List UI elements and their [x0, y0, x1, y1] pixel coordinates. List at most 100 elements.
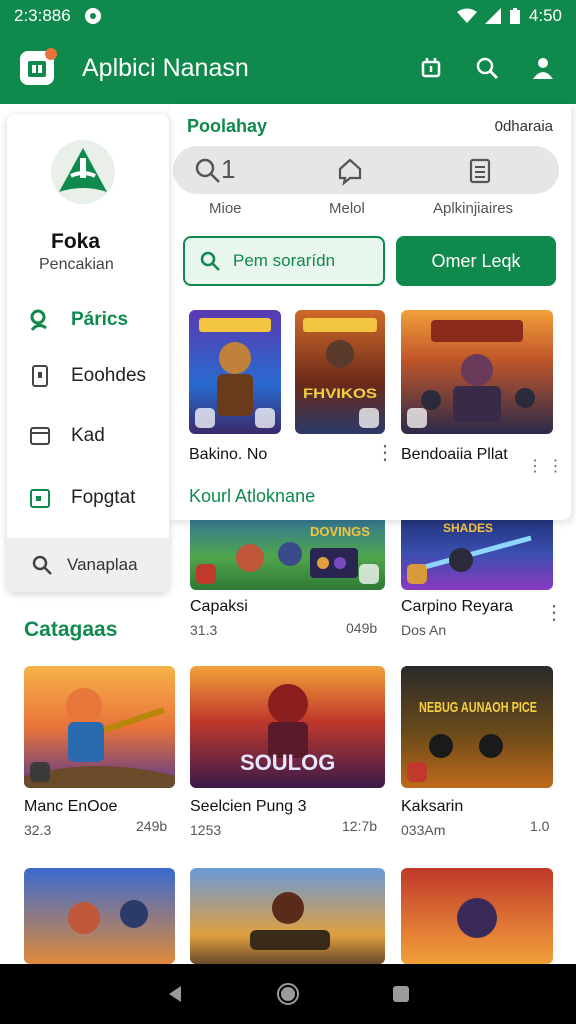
game-title[interactable]: Manc EnOoe: [24, 798, 117, 816]
status-bar: 2:3:886 4:50: [0, 0, 576, 32]
wifi-icon: [456, 8, 477, 23]
notification-icon: [84, 8, 101, 24]
home-icon[interactable]: [275, 981, 301, 1007]
game-title[interactable]: Seelcien Pung 3: [190, 798, 307, 816]
drawer-item-label: Kad: [71, 425, 105, 446]
game-thumb-bendoaiia[interactable]: [401, 310, 553, 434]
game-size: 12:7b: [342, 818, 378, 834]
genre-badge-icon: [407, 408, 427, 428]
game-size: 1.0: [530, 818, 550, 834]
profile-subtitle: Pencakian: [39, 256, 114, 273]
panel-link[interactable]: 0dharaia: [495, 118, 553, 135]
main-content: DOVINGS SHADES Capaksi 31.3 049b Carpino…: [0, 104, 576, 964]
battery-icon: [509, 8, 520, 24]
search-button-label: Pem sorarídn: [233, 251, 336, 270]
tab-label[interactable]: Melol: [329, 200, 365, 217]
app-title: Aplbici Nanasn: [82, 53, 249, 82]
game-title[interactable]: Capaksi: [190, 598, 248, 616]
game-thumb-kaksarin[interactable]: NEBUG AUNAOH PICE: [401, 666, 553, 788]
game-size: 049b: [346, 620, 378, 636]
game-art-title: DOVINGS: [310, 524, 370, 539]
game-thumb-carpino[interactable]: SHADES: [401, 508, 553, 590]
game-title[interactable]: Carpino Reyara: [401, 598, 513, 616]
card-icon: [27, 423, 53, 449]
segment-control: 1: [173, 146, 559, 194]
game-size: 249b: [136, 818, 168, 834]
drawer-item-label: Fopgtat: [71, 487, 136, 508]
game-art-title: FHVIKOS: [303, 385, 377, 401]
favorite-badge-icon[interactable]: [359, 564, 379, 584]
categories-title: Catagaas: [24, 618, 118, 641]
favorite-badge-icon[interactable]: [255, 408, 275, 428]
phone-icon: [27, 363, 53, 389]
drawer-item-eoohdes[interactable]: Eoohdes: [27, 356, 167, 396]
recents-icon[interactable]: [390, 983, 412, 1005]
calendar-icon: [27, 485, 53, 511]
more-link-label: Kourl Atloknane: [189, 486, 316, 506]
search-icon[interactable]: [474, 55, 500, 81]
app-logo-icon[interactable]: [20, 48, 57, 85]
game-rating: 32.3: [24, 822, 52, 838]
genre-badge-icon: [195, 408, 215, 428]
game-thumb-manc[interactable]: [24, 666, 175, 788]
game-thumb-capaksi[interactable]: DOVINGS: [190, 508, 385, 590]
more-options-icon[interactable]: ⋮ ⋮: [527, 456, 563, 476]
search-icon[interactable]: [193, 156, 223, 186]
drawer-search-label: Vanaplaa: [67, 555, 138, 574]
game-thumb-seelcien[interactable]: SOULOG: [190, 666, 385, 788]
avatar[interactable]: [51, 140, 115, 204]
tab-label[interactable]: Mioe: [209, 200, 242, 217]
more-options-icon[interactable]: ⋮: [375, 443, 395, 474]
search-icon: [200, 251, 220, 271]
panel-title: Poolahay: [187, 116, 268, 136]
genre-badge-icon: [407, 762, 427, 782]
search-icon: [32, 555, 52, 575]
list-icon[interactable]: [465, 156, 495, 186]
game-title[interactable]: Bakino. No: [189, 446, 267, 464]
popular-panel: Poolahay 0dharaia 1 Mioe Melol Aplkinjia…: [169, 104, 571, 520]
battery-level: 4:50: [528, 6, 562, 25]
navigation-drawer: Foka Pencakian Párics Eoohdes Kad Fopgta…: [7, 114, 169, 592]
game-rating: 31.3: [190, 622, 218, 638]
search-icon: [27, 307, 53, 333]
game-thumb-fhvikos[interactable]: FHVIKOS: [295, 310, 385, 434]
game-thumb[interactable]: [401, 868, 553, 964]
primary-button-label: Omer Leqk: [431, 250, 521, 271]
status-time: 2:3:886: [14, 6, 71, 25]
search-count: 1: [221, 154, 236, 184]
chat-icon[interactable]: [335, 156, 365, 186]
game-rating: Dos An: [401, 622, 447, 638]
drawer-item-kad[interactable]: Kad: [27, 416, 167, 456]
genre-badge-icon: [196, 564, 216, 584]
drawer-item-label: Párics: [71, 309, 129, 330]
account-icon[interactable]: [530, 55, 556, 81]
game-thumb[interactable]: [190, 868, 385, 964]
game-art-title: SOULOG: [240, 750, 335, 775]
signal-icon: [484, 8, 501, 24]
primary-button[interactable]: Omer Leqk: [396, 236, 556, 286]
genre-badge-icon: [407, 564, 427, 584]
tab-label[interactable]: Aplkinjiaires: [433, 200, 513, 217]
store-icon[interactable]: [418, 55, 444, 81]
game-art-title: NEBUG AUNAOH PICE: [419, 699, 537, 716]
app-bar: Aplbici Nanasn: [0, 32, 576, 104]
profile-name: Foka: [51, 230, 101, 253]
game-thumb-bakino[interactable]: [189, 310, 281, 434]
drawer-item-parics[interactable]: Párics: [27, 300, 167, 340]
system-nav-bar: [0, 964, 576, 1024]
search-button[interactable]: Pem sorarídn: [183, 236, 385, 286]
game-thumb[interactable]: [24, 868, 175, 964]
favorite-badge-icon[interactable]: [359, 408, 379, 428]
game-art-title: SHADES: [443, 521, 493, 535]
game-title[interactable]: Kaksarin: [401, 798, 463, 816]
game-title[interactable]: Bendoaiia Pllat: [401, 446, 508, 464]
tools-badge-icon: [30, 762, 50, 782]
drawer-search[interactable]: Vanaplaa: [7, 538, 169, 592]
more-options-icon[interactable]: ⋮: [544, 603, 564, 634]
game-rating: 033Am: [401, 822, 446, 838]
back-icon[interactable]: [164, 983, 186, 1005]
drawer-item-fopgtat[interactable]: Fopgtat: [27, 478, 167, 518]
more-link[interactable]: Kourl Atloknane: [189, 486, 315, 507]
game-rating: 1253: [190, 822, 222, 838]
drawer-item-label: Eoohdes: [71, 365, 147, 386]
